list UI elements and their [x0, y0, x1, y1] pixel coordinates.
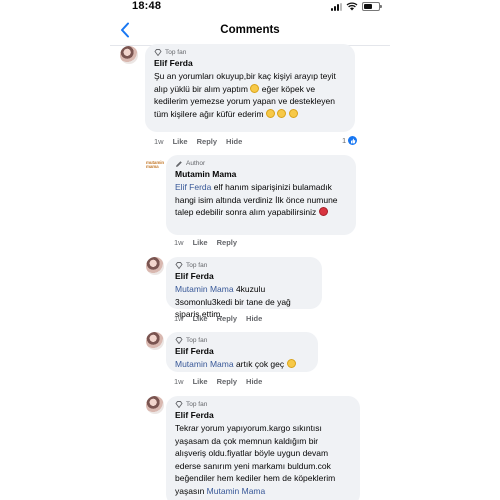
diamond-icon: [175, 401, 183, 408]
reply-button[interactable]: Reply: [217, 377, 237, 386]
pencil-icon: [176, 160, 182, 167]
comment-text-part: artık çok geç: [235, 359, 285, 369]
top-fan-badge: Top fan: [154, 48, 346, 57]
top-fan-badge: Top fan: [175, 336, 309, 345]
avatar[interactable]: [120, 46, 138, 64]
comment-text: Elif Ferda elf hanım siparişinizi bulama…: [175, 181, 347, 219]
wink-emoji-icon: [288, 108, 298, 118]
badge-label: Top fan: [165, 49, 187, 56]
comment-actions: 1w Like Reply: [174, 238, 237, 247]
like-button[interactable]: Like: [193, 377, 208, 386]
author-badge: Author: [175, 159, 347, 168]
avatar[interactable]: [146, 257, 164, 275]
mention-link[interactable]: Mutamin Mama: [175, 359, 234, 369]
author-name[interactable]: Elif Ferda: [175, 271, 313, 282]
battery-icon: [362, 2, 382, 11]
avatar[interactable]: [146, 332, 164, 350]
comment-bubble: Top fan Elif Ferda Şu an yorumları okuyu…: [145, 44, 355, 132]
page-logo-text: mutamin mama: [146, 159, 164, 169]
grin-emoji-icon: [265, 108, 275, 118]
reaction-count[interactable]: 1: [342, 136, 358, 145]
badge-label: Top fan: [186, 262, 208, 269]
comment-bubble: Author Mutamin Mama Elif Ferda elf hanım…: [166, 155, 356, 235]
top-fan-badge: Top fan: [175, 261, 313, 270]
grin-emoji-icon: [250, 83, 260, 93]
comment-time: 1w: [174, 238, 184, 247]
wifi-icon: [346, 2, 358, 11]
badge-label: Top fan: [186, 401, 208, 408]
comment-bubble: Top fan Elif Ferda Tekrar yorum yapıyoru…: [166, 396, 360, 500]
comment-time: 1w: [174, 314, 184, 323]
diamond-icon: [175, 262, 183, 269]
phone-screen: 18:48 Comments Top fan Elif Ferda Şu an …: [110, 0, 390, 500]
reply-button[interactable]: Reply: [217, 314, 237, 323]
thumbs-up-icon: [348, 136, 358, 145]
hide-button[interactable]: Hide: [226, 137, 242, 146]
badge-label: Author: [186, 160, 206, 167]
comment-text: Şu an yorumları okuyup,bir kaç kişiyi ar…: [154, 70, 346, 120]
like-button[interactable]: Like: [173, 137, 188, 146]
diamond-icon: [175, 337, 183, 344]
status-icons: [331, 2, 382, 11]
comment-text: Mutamin Mama artık çok geç: [175, 358, 309, 371]
page-title: Comments: [220, 24, 280, 36]
author-name[interactable]: Elif Ferda: [154, 58, 346, 69]
comment-time: 1w: [154, 137, 164, 146]
status-time: 18:48: [132, 0, 162, 12]
badge-label: Top fan: [186, 337, 208, 344]
mention-link[interactable]: Elif Ferda: [175, 182, 211, 192]
comment-actions: 1w Like Reply Hide: [174, 314, 262, 323]
page-logo-avatar[interactable]: mutamin mama: [146, 156, 164, 174]
comment-actions: 1w Like Reply Hide: [174, 377, 262, 386]
comment-bubble: Top fan Elif Ferda Mutamin Mama 4kuzulu …: [166, 257, 322, 319]
signal-icon: [331, 2, 342, 11]
hide-button[interactable]: Hide: [246, 377, 262, 386]
reply-button[interactable]: Reply: [217, 238, 237, 247]
hide-button[interactable]: Hide: [246, 314, 262, 323]
like-button[interactable]: Like: [193, 238, 208, 247]
reply-button[interactable]: Reply: [197, 137, 217, 146]
author-name[interactable]: Mutamin Mama: [175, 169, 347, 180]
comment-time: 1w: [174, 377, 184, 386]
grin-emoji-icon: [286, 359, 296, 368]
avatar[interactable]: [146, 396, 164, 414]
comment-bubble: Top fan Elif Ferda Mutamin Mama artık ço…: [166, 332, 318, 372]
status-bar: 18:48: [110, 0, 390, 14]
top-fan-badge: Top fan: [175, 400, 351, 409]
comment-actions: 1w Like Reply Hide: [154, 137, 242, 146]
author-name[interactable]: Elif Ferda: [175, 346, 309, 357]
like-button[interactable]: Like: [193, 314, 208, 323]
comment-text: Tekrar yorum yapıyorum.kargo sıkıntısı y…: [175, 422, 351, 497]
mention-link[interactable]: Mutamin Mama: [207, 486, 266, 496]
diamond-icon: [154, 49, 162, 56]
author-name[interactable]: Elif Ferda: [175, 410, 351, 421]
grin-emoji-icon: [277, 108, 287, 118]
rose-emoji-icon: [318, 207, 328, 216]
nav-header: Comments: [110, 14, 390, 46]
reaction-count-label: 1: [342, 136, 347, 145]
mention-link[interactable]: Mutamin Mama: [175, 284, 234, 294]
